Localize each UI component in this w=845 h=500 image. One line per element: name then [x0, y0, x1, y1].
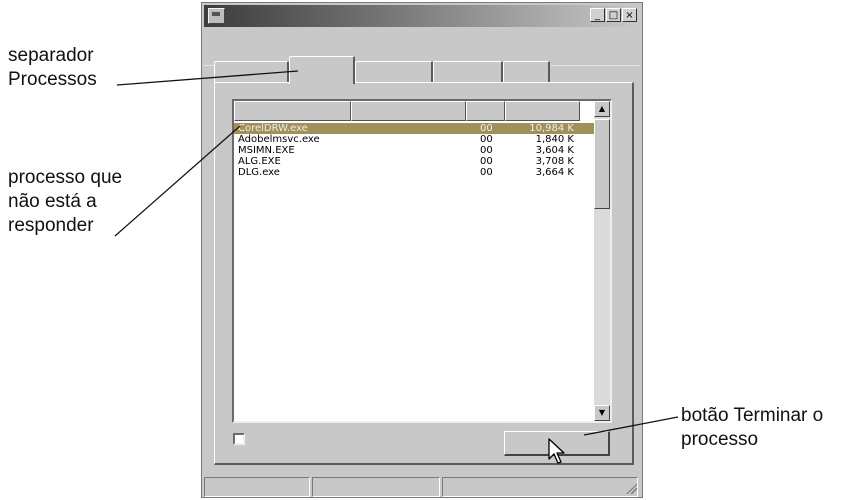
process-row[interactable]: MSIMN.EXE 00 3,604 K — [234, 145, 596, 156]
callout-text: processo que — [8, 167, 123, 188]
callout-text: responder — [8, 215, 94, 236]
resize-grip-icon[interactable] — [625, 482, 637, 494]
callout-text: não está a — [8, 191, 97, 212]
minimize-button[interactable]: _ — [590, 8, 605, 22]
column-header — [234, 101, 580, 121]
process-row[interactable]: DLG.exe 00 3,664 K — [234, 167, 596, 178]
callout-unresponsive-process: processo que não está a responder — [8, 166, 122, 238]
callout-text: processo — [681, 429, 759, 450]
mouse-pointer-icon — [548, 438, 565, 464]
column-header-mem-usage[interactable] — [505, 101, 580, 121]
process-mem: 1,840 K — [535, 134, 574, 145]
process-mem: 3,708 K — [535, 156, 574, 167]
scroll-thumb[interactable] — [594, 119, 610, 209]
callout-processes-tab: separador Processos — [8, 44, 97, 92]
tab-processes[interactable] — [289, 56, 355, 84]
callout-end-process-button: botão Terminar o processo — [681, 404, 823, 452]
tab-applications[interactable] — [214, 61, 289, 83]
close-button[interactable]: × — [622, 8, 637, 22]
tab-networking[interactable] — [433, 61, 503, 83]
process-row[interactable]: ALG.EXE 00 3,708 K — [234, 156, 596, 167]
callout-text: Processos — [8, 69, 97, 90]
process-cpu: 00 — [480, 123, 493, 134]
callout-text: separador — [8, 45, 94, 66]
system-menu-icon[interactable] — [208, 8, 225, 24]
process-row[interactable]: Adobelmsvc.exe 00 1,840 K — [234, 134, 596, 145]
process-row[interactable]: CorelDRW.exe 00 10,984 K — [234, 123, 596, 134]
process-cpu: 00 — [480, 156, 493, 167]
status-pane-cpu — [312, 477, 440, 497]
process-name: Adobelmsvc.exe — [238, 134, 320, 145]
processes-panel: CorelDRW.exe 00 10,984 K Adobelmsvc.exe 00 1,… — [214, 82, 634, 465]
maximize-button[interactable]: □ — [606, 8, 621, 22]
column-header-cpu[interactable] — [466, 101, 505, 121]
process-mem: 10,984 K — [529, 123, 574, 134]
title-bar: _ □ × — [204, 5, 640, 27]
process-name: MSIMN.EXE — [238, 145, 295, 156]
task-manager-window: _ □ × CorelDRW.exe 00 10,984 K Adobelmsvc.e… — [201, 2, 643, 498]
scroll-down-icon[interactable]: ▼ — [594, 405, 610, 421]
process-rows: CorelDRW.exe 00 10,984 K Adobelmsvc.exe 00 1,… — [234, 123, 596, 178]
scroll-up-icon[interactable]: ▲ — [594, 101, 610, 117]
process-mem: 3,604 K — [535, 145, 574, 156]
process-cpu: 00 — [480, 134, 493, 145]
status-pane-processes — [204, 477, 310, 497]
process-name: CorelDRW.exe — [238, 123, 308, 134]
process-name: DLG.exe — [238, 167, 280, 178]
tab-users[interactable] — [503, 61, 550, 83]
tab-performance[interactable] — [355, 61, 433, 83]
vertical-scrollbar[interactable]: ▲ ▼ — [594, 101, 610, 421]
menu-bar — [204, 27, 640, 49]
callout-text: botão Terminar o — [681, 405, 824, 426]
process-list: CorelDRW.exe 00 10,984 K Adobelmsvc.exe 00 1,… — [232, 99, 612, 423]
status-bar — [204, 477, 640, 497]
process-mem: 3,664 K — [535, 167, 574, 178]
process-cpu: 00 — [480, 167, 493, 178]
status-pane-memory — [442, 477, 638, 497]
column-header-user-name[interactable] — [351, 101, 466, 121]
process-cpu: 00 — [480, 145, 493, 156]
process-name: ALG.EXE — [238, 156, 281, 167]
show-all-users-checkbox[interactable] — [233, 433, 245, 445]
column-header-image-name[interactable] — [234, 101, 351, 121]
